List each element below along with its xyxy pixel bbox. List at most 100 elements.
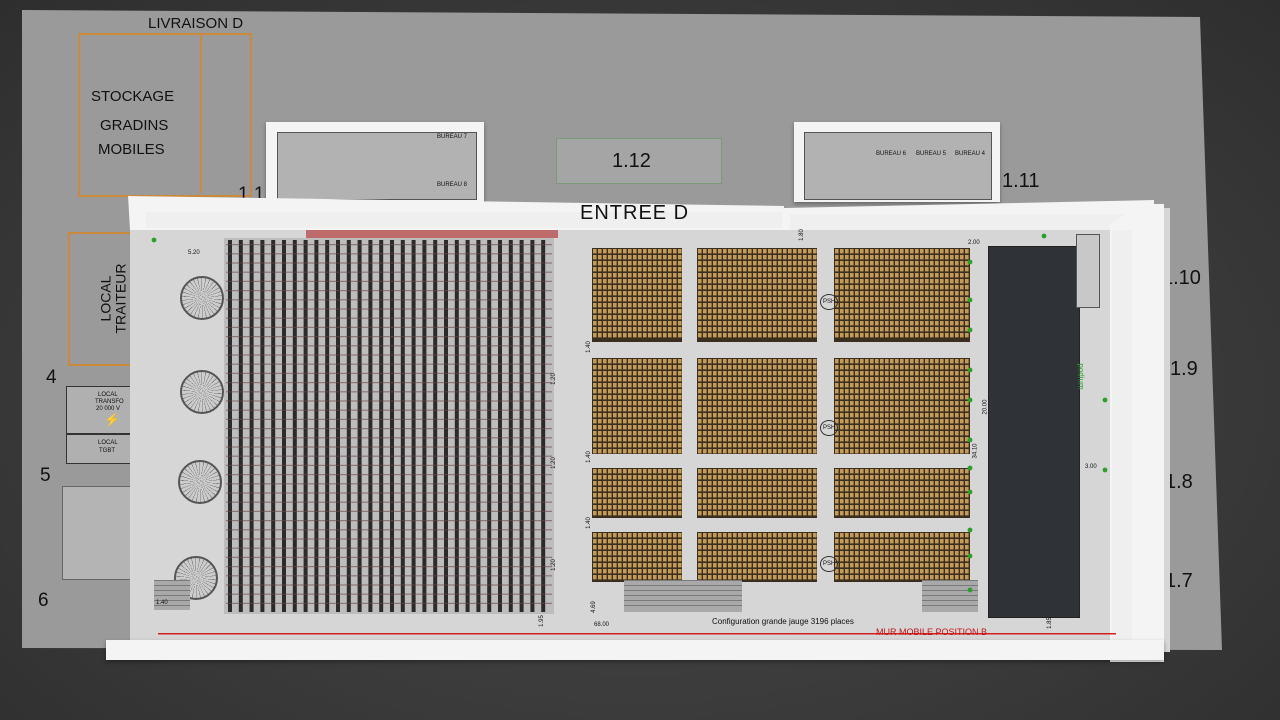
- seat: [783, 401, 787, 406]
- seat: [890, 389, 894, 394]
- seat: [905, 327, 909, 332]
- seat: [728, 297, 732, 302]
- seat: [648, 557, 652, 562]
- seat: [773, 303, 777, 308]
- seat: [593, 291, 597, 296]
- seat: [930, 267, 934, 272]
- seat: [835, 309, 839, 314]
- seat: [955, 539, 959, 544]
- seat: [788, 413, 792, 418]
- seat: [653, 487, 657, 492]
- seat: [935, 575, 939, 580]
- seat: [613, 333, 617, 338]
- seat: [723, 309, 727, 314]
- grandstand-column: [519, 240, 524, 612]
- seat: [723, 487, 727, 492]
- seat: [733, 315, 737, 320]
- seat: [728, 365, 732, 370]
- seat: [945, 383, 949, 388]
- seat: [945, 359, 949, 364]
- seat: [708, 475, 712, 480]
- seat: [638, 419, 642, 424]
- seat: [965, 413, 969, 418]
- seat: [728, 327, 732, 332]
- seat: [955, 431, 959, 436]
- seat: [723, 533, 727, 538]
- seat: [900, 359, 904, 364]
- grandstand-column: [411, 240, 416, 612]
- seat: [813, 383, 817, 388]
- seat: [608, 551, 612, 556]
- seat: [840, 333, 844, 338]
- seat: [945, 437, 949, 442]
- seat: [718, 291, 722, 296]
- seat: [865, 425, 869, 430]
- seat: [718, 309, 722, 314]
- seat: [788, 315, 792, 320]
- seat: [733, 569, 737, 574]
- seat: [845, 481, 849, 486]
- seat: [618, 377, 622, 382]
- seat: [860, 297, 864, 302]
- seat: [763, 449, 767, 454]
- seat: [813, 321, 817, 326]
- seat: [763, 557, 767, 562]
- seat: [960, 431, 964, 436]
- seat: [758, 449, 762, 454]
- seat: [648, 563, 652, 568]
- seat: [865, 551, 869, 556]
- seat: [608, 377, 612, 382]
- seat: [728, 377, 732, 382]
- seat: [648, 255, 652, 260]
- seat: [648, 407, 652, 412]
- seat: [925, 333, 929, 338]
- seat: [668, 431, 672, 436]
- seat: [875, 327, 879, 332]
- seat: [628, 401, 632, 406]
- seat: [678, 383, 682, 388]
- seat: [703, 279, 707, 284]
- seat: [748, 383, 752, 388]
- seat: [608, 359, 612, 364]
- dim-140-a: 1.40: [585, 341, 592, 353]
- seat: [698, 297, 702, 302]
- seat: [708, 261, 712, 266]
- seat: [648, 475, 652, 480]
- seat: [955, 261, 959, 266]
- seat: [925, 315, 929, 320]
- seat: [728, 475, 732, 480]
- seat: [798, 267, 802, 272]
- step-line: [624, 585, 742, 586]
- seat: [945, 315, 949, 320]
- seat: [870, 575, 874, 580]
- seat: [668, 449, 672, 454]
- seat: [813, 333, 817, 338]
- seat: [658, 533, 662, 538]
- seat: [603, 327, 607, 332]
- seat: [618, 407, 622, 412]
- seat: [835, 449, 839, 454]
- seat: [960, 401, 964, 406]
- seat: [763, 569, 767, 574]
- seat: [738, 499, 742, 504]
- seat: [960, 419, 964, 424]
- seat: [855, 291, 859, 296]
- seat: [733, 419, 737, 424]
- seat: [798, 481, 802, 486]
- seat: [900, 291, 904, 296]
- seat: [748, 569, 752, 574]
- seat: [733, 425, 737, 430]
- seat: [613, 481, 617, 486]
- seat: [678, 539, 682, 544]
- seat: [855, 359, 859, 364]
- seat: [920, 303, 924, 308]
- seat: [738, 449, 742, 454]
- seat: [703, 419, 707, 424]
- seat: [880, 327, 884, 332]
- seat: [733, 487, 737, 492]
- seat: [633, 261, 637, 266]
- seat: [613, 389, 617, 394]
- seat: [593, 487, 597, 492]
- seat: [753, 303, 757, 308]
- seat: [840, 303, 844, 308]
